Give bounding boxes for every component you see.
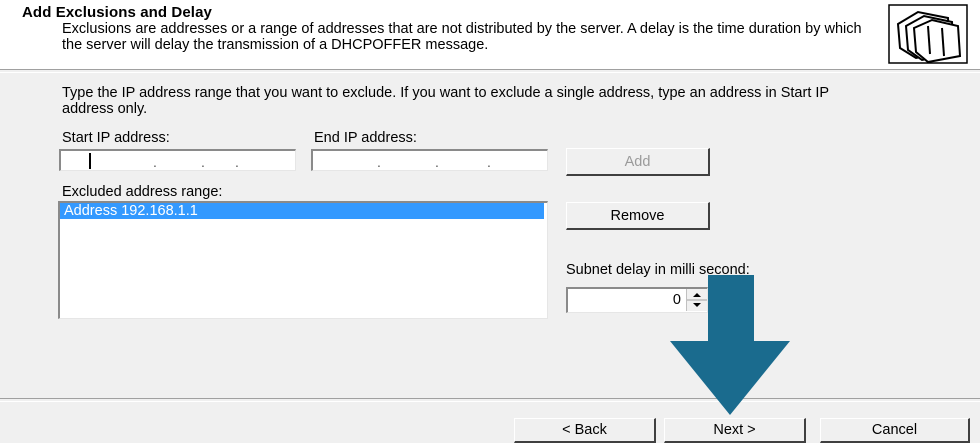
start-ip-label: Start IP address:	[62, 130, 170, 146]
add-button[interactable]: Add	[566, 148, 710, 176]
instruction-text: Type the IP address range that you want …	[62, 85, 829, 117]
folders-icon	[888, 4, 968, 64]
back-button[interactable]: < Back	[514, 418, 656, 443]
header-divider	[0, 69, 980, 73]
start-ip-field[interactable]: . . .	[59, 149, 296, 171]
cancel-button[interactable]: Cancel	[820, 418, 970, 443]
excluded-range-label: Excluded address range:	[62, 184, 223, 200]
excluded-range-list[interactable]: Address 192.168.1.1	[58, 201, 548, 319]
end-ip-field[interactable]: . . .	[311, 149, 548, 171]
ip-octet-separator: .	[487, 154, 491, 170]
page-description: Exclusions are addresses or a range of a…	[62, 21, 862, 53]
footer-divider	[0, 398, 980, 402]
ip-octet-separator: .	[435, 154, 439, 170]
wizard-header: Add Exclusions and Delay Exclusions are …	[0, 0, 980, 69]
end-ip-label: End IP address:	[314, 130, 417, 146]
annotation-arrow-down-icon	[668, 275, 792, 417]
ip-octet-separator: .	[377, 154, 381, 170]
list-item[interactable]: Address 192.168.1.1	[60, 203, 544, 219]
remove-button[interactable]: Remove	[566, 202, 710, 230]
text-caret	[89, 153, 91, 169]
page-title: Add Exclusions and Delay	[22, 4, 212, 21]
next-button[interactable]: Next >	[664, 418, 806, 443]
ip-octet-separator: .	[235, 154, 239, 170]
ip-octet-separator: .	[153, 154, 157, 170]
ip-octet-separator: .	[201, 154, 205, 170]
